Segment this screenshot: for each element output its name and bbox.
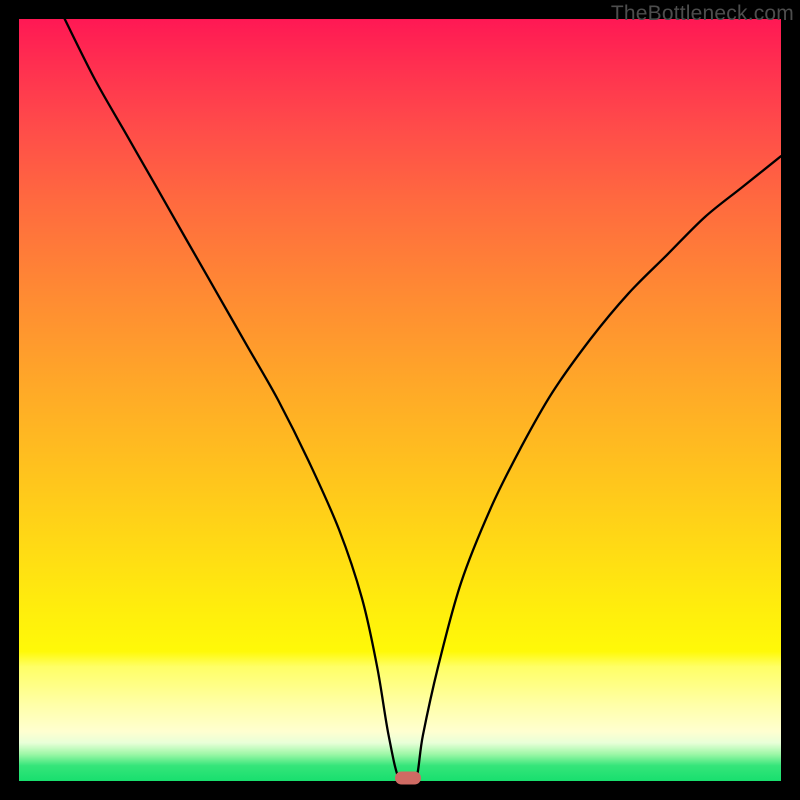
plot-area: [19, 19, 781, 781]
bottleneck-curve: [19, 19, 781, 781]
optimal-marker: [395, 772, 421, 785]
chart-frame: TheBottleneck.com: [0, 0, 800, 800]
watermark-text: TheBottleneck.com: [611, 2, 794, 26]
